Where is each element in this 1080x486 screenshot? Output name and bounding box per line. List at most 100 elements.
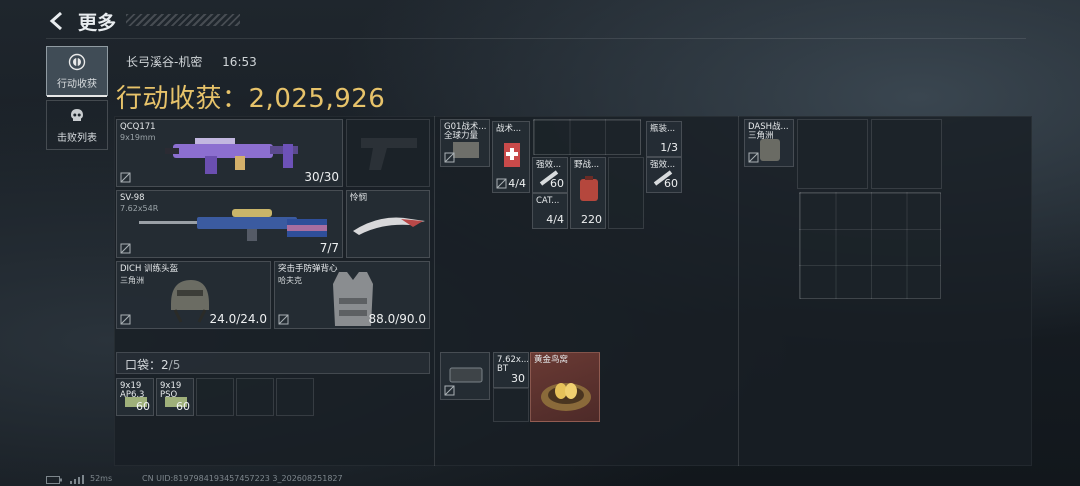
raid-info: 长弓溪谷-机密 16:53 (126, 53, 273, 70)
haul-label: 行动收获： (116, 84, 249, 114)
pocket-empty-slot[interactable] (236, 378, 274, 416)
rig-item[interactable]: 强效... 60 (646, 157, 682, 193)
rig-item-count: 1/3 (660, 141, 678, 154)
helmet-durability: 24.0/24.0 (209, 312, 267, 326)
knife-icon (353, 217, 425, 235)
unlocked-icon (278, 314, 289, 325)
unlocked-icon (748, 152, 759, 163)
rig-empty-slots[interactable] (533, 119, 641, 155)
rig-item-name: CAT... (536, 196, 560, 206)
rig-item-sub: BT (497, 364, 509, 374)
helmet-brand: 三角洲 (120, 276, 144, 285)
haul-total: 行动收获：2,025,926 (116, 78, 385, 115)
divider-right (738, 116, 739, 466)
safe-box-slot[interactable] (440, 352, 490, 400)
secondary-weapon-name: SV-98 (120, 193, 145, 203)
rig-item[interactable]: 瓶装... 1/3 (646, 121, 682, 157)
header-divider (46, 38, 1026, 39)
unlocked-icon (120, 243, 131, 254)
tab-loot[interactable]: 行动收获 (46, 46, 108, 97)
haul-value: 2,025,926 (248, 84, 386, 114)
pocket-used: 2 (161, 358, 169, 372)
backpack-grid[interactable] (799, 192, 941, 299)
pistol-slot[interactable] (346, 119, 430, 187)
rig-item[interactable]: 7.62x... BT 30 (493, 352, 529, 388)
rig-item[interactable]: 强效... 60 (532, 157, 568, 193)
pocket-max: /5 (168, 358, 181, 372)
rig-item-name: 野战... (574, 160, 600, 170)
ping-value: 52ms (90, 474, 113, 483)
user-uid: CN UID:8197984193457457223 3_20260825182… (142, 474, 343, 483)
rig-item-count: 4/4 (546, 213, 564, 226)
skull-icon (71, 108, 83, 121)
rig-item-name: 战术... (496, 124, 522, 134)
primary-weapon-count: 30/30 (304, 170, 339, 184)
rig-item[interactable]: CAT... 4/4 (532, 193, 568, 229)
signal-icon (70, 475, 84, 484)
helmet-slot[interactable]: DICH 训练头盔 三角洲 24.0/24.0 (116, 261, 271, 329)
secondary-weapon-count: 7/7 (319, 241, 339, 255)
rig-item-count: 60 (550, 177, 564, 190)
safe-box-icon (449, 367, 483, 383)
page-title: 更多 (78, 12, 117, 34)
golden-nest-name: 黄金鸟窝 (534, 355, 569, 365)
map-name: 长弓溪谷-机密 (126, 55, 203, 69)
tab-loot-label: 行动收获 (57, 78, 97, 90)
pocket-empty-slot[interactable] (276, 378, 314, 416)
pocket-item-count: 60 (136, 400, 150, 413)
pocket-item[interactable]: 9x19 PSO 60 (156, 378, 194, 416)
medkit-icon (504, 143, 520, 167)
sniper-rifle-icon (139, 209, 327, 241)
secondary-weapon-slot[interactable]: SV-98 7.62x54R 7/7 (116, 190, 343, 258)
chest-rig-icon (453, 142, 479, 158)
target-icon (68, 53, 86, 70)
divider-left (434, 116, 435, 466)
rig-empty-slot[interactable] (608, 157, 644, 229)
primary-weapon-name: QCQ171 (120, 122, 156, 132)
pocket-item-count: 60 (176, 400, 190, 413)
backpack-empty-slot[interactable] (871, 119, 942, 189)
pistol-icon (361, 138, 417, 170)
smg-icon (165, 138, 298, 174)
unlocked-icon (444, 385, 455, 396)
melee-name: 怜悯 (350, 193, 368, 203)
rig-item-count: 4/4 (508, 177, 526, 190)
tab-kills-label: 击败列表 (57, 132, 97, 144)
armor-slot[interactable]: 突击手防弹背心 哈夫克 88.0/90.0 (274, 261, 430, 329)
rig-item-count: 60 (664, 177, 678, 190)
unlocked-icon (120, 314, 131, 325)
helmet-name: DICH 训练头盔 (120, 264, 179, 274)
backpack-slot[interactable]: DASH战... 三角洲 (744, 119, 794, 167)
rig-item-count: 30 (511, 372, 525, 385)
primary-weapon-ammo: 9x19mm (120, 133, 156, 142)
unlocked-icon (444, 152, 455, 163)
golden-nest-icon (541, 383, 591, 411)
field-medkit-icon (580, 176, 598, 201)
golden-nest-item[interactable]: 黄金鸟窝 (530, 352, 600, 422)
backpack-empty-slot[interactable] (797, 119, 868, 189)
primary-weapon-slot[interactable]: QCQ171 9x19mm 30/30 (116, 119, 343, 187)
pocket-item[interactable]: 9x19 AP6.3 60 (116, 378, 154, 416)
unlocked-icon (496, 178, 507, 189)
armor-brand: 哈夫克 (278, 276, 302, 285)
armor-name: 突击手防弹背心 (278, 264, 338, 274)
battery-icon (46, 476, 62, 484)
rig-item-count: 220 (581, 213, 602, 226)
rig-empty-slot[interactable] (493, 388, 529, 422)
title-decoration (126, 14, 240, 26)
pocket-header: 口袋：2/5 (116, 352, 430, 374)
rig-item-name: 强效... (650, 160, 676, 170)
rig-item[interactable]: 战术... 4/4 (492, 121, 530, 193)
backpack-icon (760, 139, 780, 161)
pocket-empty-slot[interactable] (196, 378, 234, 416)
unlocked-icon (120, 172, 131, 183)
pocket-label: 口袋： (125, 358, 162, 372)
helmet-icon (171, 280, 209, 323)
chest-rig-slot[interactable]: G01战术... 全球力量 (440, 119, 490, 167)
armor-durability: 88.0/90.0 (368, 312, 426, 326)
raid-time: 16:53 (222, 55, 257, 69)
melee-slot[interactable]: 怜悯 (346, 190, 430, 258)
tab-kills[interactable]: 击败列表 (46, 100, 108, 150)
back-arrow-icon[interactable] (46, 10, 68, 32)
rig-item[interactable]: 野战... 220 (570, 157, 606, 229)
